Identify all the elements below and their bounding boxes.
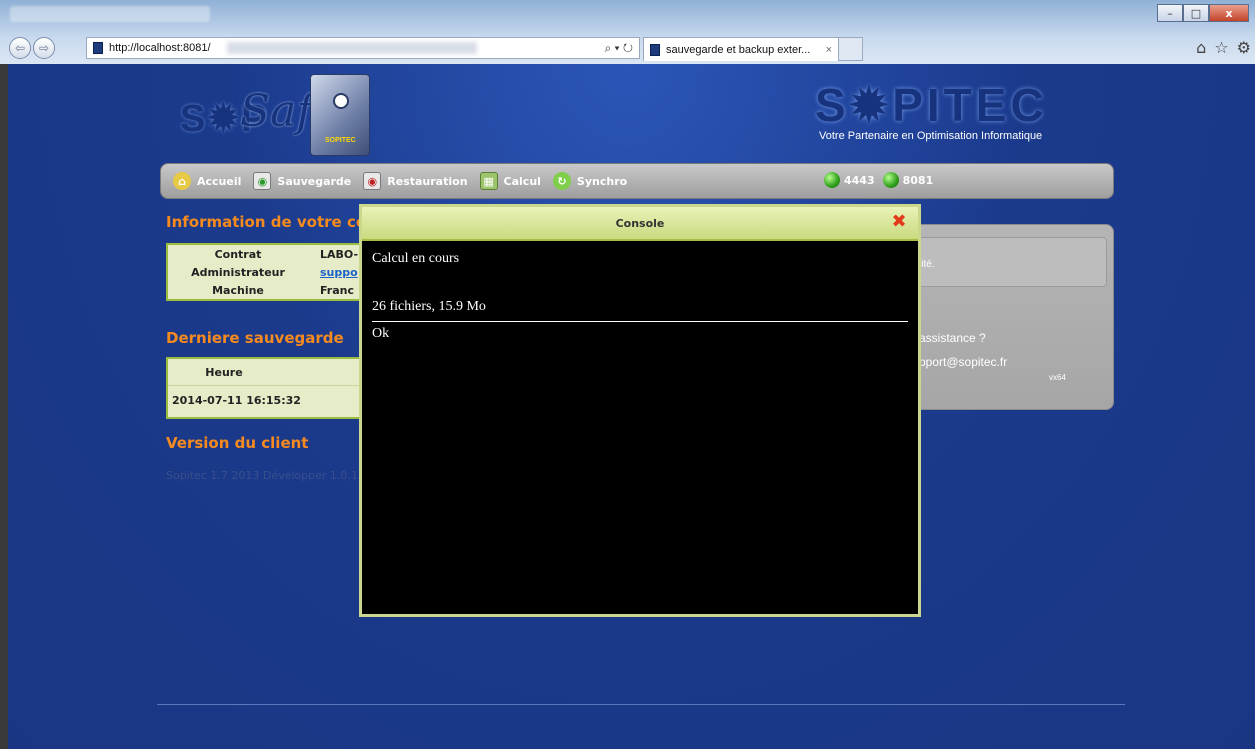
sopitec-tagline: Votre Partenaire en Optimisation Informa… — [819, 130, 1043, 142]
safe-label: SOPITEC — [325, 137, 356, 144]
restore-icon: ◉ — [363, 172, 382, 190]
menu-accueil[interactable]: ⌂ Accueil — [173, 172, 241, 190]
sopisafe-logo: S✹P Safe SOPITEC — [180, 74, 390, 162]
home-icon[interactable]: ⌂ — [1196, 38, 1206, 57]
menu-label: Calcul — [503, 174, 541, 188]
backup-time: 2014-07-11 16:15:32 — [172, 394, 301, 407]
tab-close-icon[interactable]: × — [826, 44, 832, 56]
menu-label: Restauration — [387, 174, 468, 188]
browser-tab[interactable]: sauvegarde et backup exter... × — [643, 37, 839, 61]
row-key: Contrat — [214, 247, 262, 261]
tab-favicon-icon — [650, 43, 660, 56]
version-text: Sopitec 1.7 2013 Développer 1.0.1 — [166, 469, 358, 482]
table-header: Heure — [168, 359, 360, 385]
table-row: 2014-07-11 16:15:32 — [168, 385, 360, 415]
close-window-button[interactable]: x — [1209, 4, 1249, 22]
menu-sauvegarde[interactable]: ◉ Sauvegarde — [253, 172, 351, 190]
console-separator — [372, 321, 908, 322]
browser-chrome: – □ x ⇦ ⇨ http://localhost:8081/ ⌕ ▾ ↻ s… — [0, 0, 1255, 64]
home-icon: ⌂ — [173, 172, 191, 190]
info-title: Information de votre con — [166, 213, 377, 231]
last-backup-table: Heure 2014-07-11 16:15:32 — [166, 357, 362, 419]
window-controls: – □ x — [1157, 4, 1249, 22]
gear-icon[interactable]: ⚙ — [1237, 38, 1251, 57]
minimize-button[interactable]: – — [1157, 4, 1183, 22]
arch-label: vx64 — [1049, 373, 1066, 382]
port-status: 4443 8081 — [816, 172, 933, 188]
menu-calcul[interactable]: ▦ Calcul — [479, 172, 541, 190]
notice-text: lité. — [919, 259, 935, 270]
new-tab-button[interactable] — [839, 37, 863, 61]
search-refresh-icons[interactable]: ⌕ ▾ ↻ — [604, 41, 633, 56]
last-backup-title: Derniere sauvegarde — [166, 329, 344, 347]
back-button[interactable]: ⇦ — [9, 37, 31, 59]
address-url: http://localhost:8081/ — [109, 42, 211, 54]
forward-button[interactable]: ⇨ — [33, 37, 55, 59]
table-row: Administrateur suppo — [168, 263, 360, 281]
port-8081-label: 8081 — [902, 173, 934, 187]
maximize-button[interactable]: □ — [1183, 4, 1209, 22]
footer-divider — [157, 704, 1125, 705]
back-arrow-icon: ⇦ — [14, 41, 26, 55]
calculator-icon: ▦ — [479, 172, 498, 190]
safe-dial-icon — [333, 93, 349, 109]
support-panel: lité. assistance ? pport@sopitec.fr vx64 — [900, 224, 1114, 410]
version-title: Version du client — [166, 434, 309, 452]
console-dialog: Console ✖ Calcul en cours 26 fichiers, 1… — [359, 204, 921, 617]
support-email[interactable]: pport@sopitec.fr — [919, 355, 1007, 369]
console-title: Console — [615, 216, 665, 230]
main-menu: ⌂ Accueil ◉ Sauvegarde ◉ Restauration ▦ … — [160, 163, 1114, 199]
table-row: Contrat LABO- — [168, 245, 360, 263]
window-title — [10, 6, 210, 22]
safe-icon: SOPITEC — [310, 74, 370, 156]
console-output: Calcul en cours 26 fichiers, 15.9 Mo Ok — [362, 241, 918, 350]
tab-title: sauvegarde et backup exter... — [666, 43, 811, 56]
console-line: Ok — [372, 326, 390, 341]
sync-icon: ↻ — [552, 172, 571, 190]
address-bar[interactable]: http://localhost:8081/ ⌕ ▾ ↻ — [86, 37, 640, 59]
status-ok-icon — [824, 172, 840, 188]
sopitec-wordmark: S✹PITEC — [815, 79, 1048, 131]
forward-arrow-icon: ⇨ — [38, 41, 50, 55]
menu-synchro[interactable]: ↻ Synchro — [552, 172, 628, 190]
assistance-text: assistance ? — [919, 331, 986, 345]
row-value: LABO- — [320, 247, 359, 261]
row-value: Franc — [320, 283, 355, 297]
support-notice-box — [911, 237, 1107, 287]
table-row: Machine Franc — [168, 281, 360, 299]
row-key: Administrateur — [191, 265, 285, 279]
menu-label: Synchro — [576, 174, 628, 188]
info-table: Contrat LABO- Administrateur suppo Machi… — [166, 243, 362, 301]
admin-email-link[interactable]: suppo — [308, 266, 358, 279]
address-redacted — [227, 42, 477, 54]
column-header: Heure — [205, 365, 243, 379]
left-edge — [0, 64, 8, 749]
menu-label: Accueil — [197, 174, 242, 188]
console-line: Calcul en cours — [372, 251, 460, 266]
console-header: Console ✖ — [362, 207, 918, 241]
menu-restauration[interactable]: ◉ Restauration — [363, 172, 468, 190]
menu-label: Sauvegarde — [277, 174, 352, 188]
port-4443-label: 4443 — [844, 173, 875, 187]
star-icon[interactable]: ☆ — [1214, 38, 1228, 57]
row-key: Machine — [212, 283, 264, 297]
sopitec-logo: S✹PITEC Votre Partenaire en Optimisation… — [815, 82, 1085, 142]
close-icon[interactable]: ✖ — [890, 213, 908, 231]
status-ok-icon — [882, 172, 899, 188]
console-line: 26 fichiers, 15.9 Mo — [372, 299, 486, 314]
site-favicon-icon — [93, 42, 103, 54]
browser-toolbar: ⌂ ☆ ⚙ — [1196, 38, 1251, 57]
save-icon: ◉ — [253, 172, 272, 190]
